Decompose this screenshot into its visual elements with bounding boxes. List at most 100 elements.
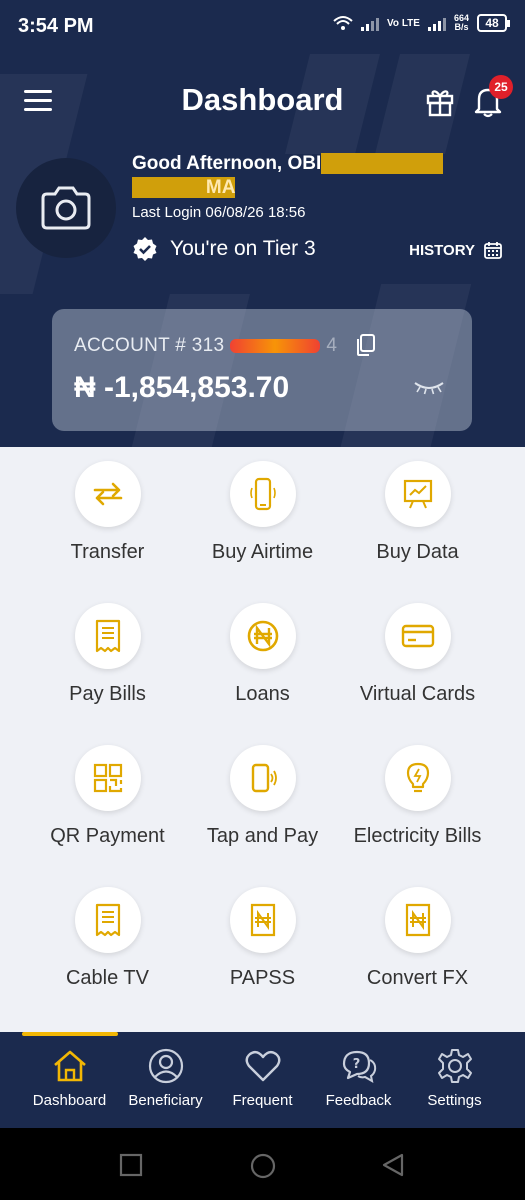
nav-settings[interactable]: Settings: [402, 1048, 507, 1124]
verified-badge-icon: [133, 237, 157, 261]
nav-label: Frequent: [232, 1092, 293, 1109]
tier-label: You're on Tier 3: [170, 237, 316, 260]
account-redaction: [230, 339, 321, 353]
status-bar: 3:54 PM Vo LTE 664 B/s 48: [0, 0, 525, 54]
history-button[interactable]: HISTORY: [409, 240, 503, 260]
eye-closed-icon[interactable]: [412, 379, 446, 395]
service-icon-circle: [75, 603, 141, 669]
bottom-nav: Dashboard Beneficiary Frequent ? Feedbac…: [0, 1032, 525, 1128]
greeting-text: Good Afternoon, OBI MA: [132, 152, 462, 200]
system-nav-bar: [0, 1128, 525, 1200]
nav-beneficiary[interactable]: Beneficiary: [113, 1048, 218, 1124]
history-label: HISTORY: [409, 241, 475, 259]
notification-badge: 25: [489, 75, 513, 99]
home-icon: [53, 1050, 86, 1082]
naira-doc-icon: [250, 903, 276, 937]
account-suffix: 4: [326, 335, 338, 356]
last-login: Last Login 06/08/26 18:56: [132, 204, 306, 221]
service-virtual-cards[interactable]: Virtual Cards: [330, 589, 505, 731]
name-redaction: [321, 153, 443, 174]
signal-icon-2: [427, 15, 446, 31]
name-redaction-2: [132, 177, 206, 198]
service-icon-circle: [385, 603, 451, 669]
services-grid: Transfer Buy Airtime Buy Data Pay Bills …: [0, 447, 525, 1032]
service-cable-tv[interactable]: Cable TV: [20, 873, 195, 1015]
phone-icon: [250, 477, 276, 511]
account-number: ACCOUNT # 313 4: [74, 335, 337, 357]
account-balance: ₦ -1,854,853.70: [74, 371, 290, 404]
signal-icon: [361, 15, 379, 31]
copy-icon[interactable]: [354, 333, 376, 357]
card-icon: [401, 624, 435, 648]
dashboard-header: Dashboard 25 Good Afternoon, OBI MA Last…: [0, 54, 525, 447]
status-icons: Vo LTE 664 B/s 48: [333, 14, 510, 32]
wifi-icon: [333, 16, 353, 30]
menu-icon[interactable]: [24, 90, 52, 112]
service-qr-payment[interactable]: QR Payment: [20, 731, 195, 873]
nav-label: Beneficiary: [128, 1092, 203, 1109]
nav-frequent[interactable]: Frequent: [210, 1048, 315, 1124]
service-pay-bills[interactable]: Pay Bills: [20, 589, 195, 731]
calendar-icon: [484, 242, 502, 259]
bulb-icon: [406, 762, 430, 793]
service-buy-data[interactable]: Buy Data: [330, 447, 505, 589]
feedback-icon: ?: [342, 1050, 376, 1083]
bg-stripe: [285, 54, 385, 154]
user-icon: [148, 1048, 183, 1084]
nav-label: Feedback: [325, 1092, 392, 1109]
service-icon-circle: [75, 745, 141, 811]
naira-coin-icon: [247, 620, 279, 652]
service-label: Buy Airtime: [211, 541, 314, 563]
qr-icon: [93, 763, 123, 793]
nav-label: Dashboard: [32, 1092, 107, 1109]
gift-icon[interactable]: [423, 84, 457, 118]
svg-text:?: ?: [352, 1057, 360, 1072]
battery-icon: 48: [477, 14, 510, 32]
tier-status: You're on Tier 3: [132, 236, 316, 262]
camera-icon: [41, 186, 91, 230]
service-convert-fx[interactable]: Convert FX: [330, 873, 505, 1015]
service-electricity-bills[interactable]: Electricity Bills: [330, 731, 505, 873]
transfer-icon: [93, 482, 123, 506]
service-label: Pay Bills: [69, 683, 146, 705]
service-transfer[interactable]: Transfer: [20, 447, 195, 589]
service-icon-circle: [385, 461, 451, 527]
service-icon-circle: [75, 887, 141, 953]
service-label: Buy Data: [376, 541, 459, 563]
account-label: ACCOUNT # 313: [74, 335, 225, 356]
network-type: Vo LTE: [387, 17, 420, 29]
service-label: Virtual Cards: [359, 683, 476, 705]
service-icon-circle: [230, 887, 296, 953]
nav-dashboard[interactable]: Dashboard: [17, 1048, 122, 1124]
service-papss[interactable]: PAPSS: [175, 873, 350, 1015]
service-icon-circle: [230, 745, 296, 811]
active-tab-indicator: [22, 1032, 118, 1036]
greeting-line: Good Afternoon, OBI: [132, 153, 322, 174]
tap-icon: [251, 763, 277, 793]
service-label: Cable TV: [65, 967, 149, 989]
service-label: PAPSS: [229, 967, 296, 989]
service-buy-airtime[interactable]: Buy Airtime: [175, 447, 350, 589]
service-icon-circle: [385, 887, 451, 953]
gear-icon: [437, 1049, 472, 1083]
service-icon-circle: [230, 461, 296, 527]
service-icon-circle: [230, 603, 296, 669]
home-circle-icon[interactable]: [249, 1152, 277, 1180]
recents-icon[interactable]: [118, 1152, 144, 1178]
naira-doc-icon: [405, 903, 431, 937]
account-card: ACCOUNT # 313 4 ₦ -1,854,853.70: [52, 309, 472, 431]
service-label: Electricity Bills: [353, 825, 482, 847]
network-speed: 664 B/s: [454, 14, 469, 32]
service-label: QR Payment: [50, 825, 165, 847]
name-line2: MA: [205, 177, 236, 198]
bill-icon: [95, 903, 121, 937]
data-icon: [403, 479, 433, 509]
status-time: 3:54 PM: [18, 15, 94, 37]
service-loans[interactable]: Loans: [175, 589, 350, 731]
nav-label: Settings: [427, 1092, 482, 1109]
service-tap-and-pay[interactable]: Tap and Pay: [175, 731, 350, 873]
avatar[interactable]: [16, 158, 116, 258]
service-label: Loans: [235, 683, 290, 705]
nav-feedback[interactable]: ? Feedback: [306, 1048, 411, 1124]
back-icon[interactable]: [380, 1152, 406, 1178]
